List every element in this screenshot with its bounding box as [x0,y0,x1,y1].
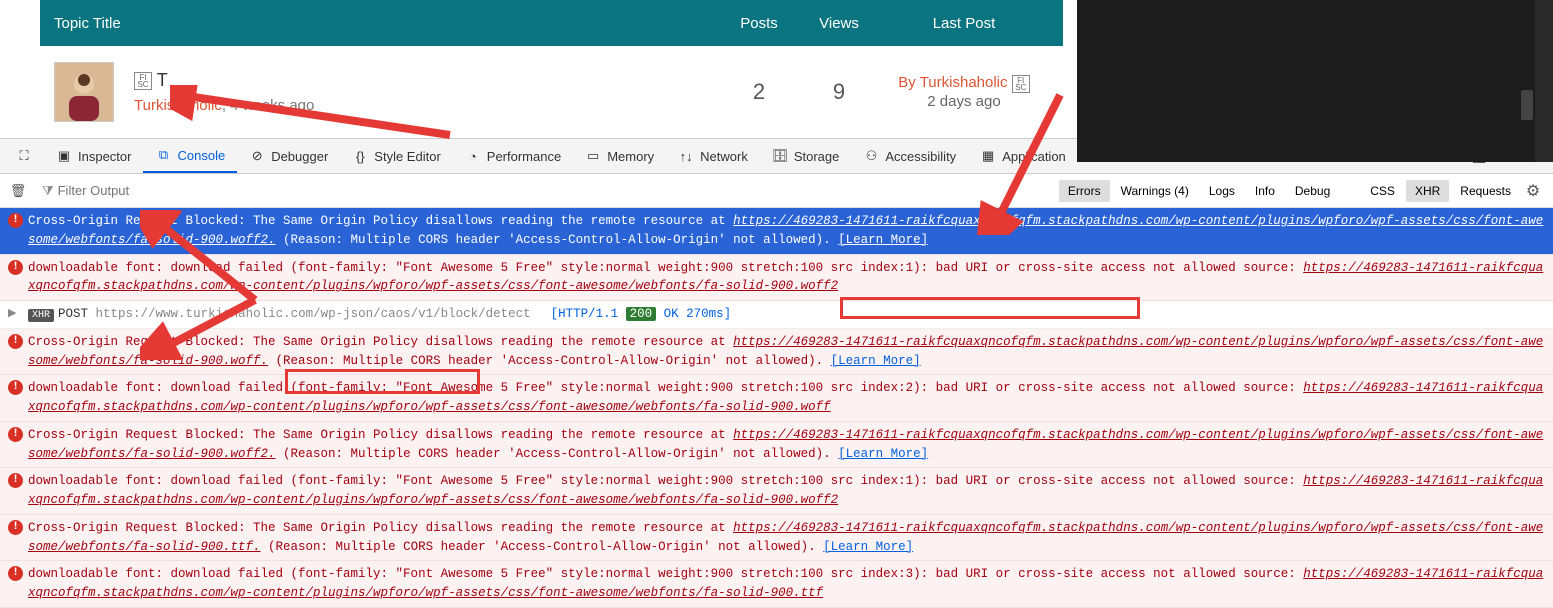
col-topic-title: Topic Title [54,15,719,32]
filter-css[interactable]: CSS [1361,180,1404,202]
status-code: 200 [626,307,657,321]
tab-debugger[interactable]: ⊘Debugger [237,139,340,173]
error-reason: (Reason: Multiple CORS header 'Access-Co… [268,354,831,368]
error-reason: (Reason: Multiple CORS header 'Access-Co… [276,447,839,461]
error-icon: ! [8,473,23,488]
dark-side-panel [1077,0,1553,162]
error-icon: ! [8,427,23,442]
xhr-url[interactable]: https://www.turkishaholic.com/wp-json/ca… [96,307,531,321]
console-msg[interactable]: ! Cross-Origin Request Blocked: The Same … [0,329,1553,376]
avatar[interactable] [54,62,114,122]
views-count: 9 [799,79,879,105]
tab-inspector[interactable]: ▣Inspector [44,139,143,173]
funnel-icon: ⧩ [42,183,54,199]
error-text: downloadable font: download failed (font… [28,567,1303,581]
pick-element-button[interactable]: ⛶ [4,139,44,173]
topic-time: , 4 weeks ago [222,97,315,114]
learn-more-link[interactable]: [Learn More] [838,447,928,461]
error-icon: ! [8,566,23,581]
console-msg[interactable]: ! downloadable font: download failed (fon… [0,255,1553,302]
http-method: POST [58,307,88,321]
tab-console[interactable]: ⧉Console [143,139,237,173]
learn-more-link[interactable]: [Learn More] [838,233,928,247]
error-text: Cross-Origin Request Blocked: The Same O… [28,214,733,228]
filter-input[interactable]: ⧩ [42,183,178,199]
filter-textbox[interactable] [58,183,178,198]
http-meta: [HTTP/1.1 [551,307,626,321]
filter-errors[interactable]: Errors [1059,180,1110,202]
console-msg[interactable]: ! downloadable font: download failed (fon… [0,468,1553,515]
error-icon: ! [8,380,23,395]
filter-logs[interactable]: Logs [1200,180,1244,202]
console-msg[interactable]: ▶ XHR POST https://www.turkishaholic.com/w… [0,301,1553,329]
forum-header: Topic Title Posts Views Last Post [40,0,1063,46]
col-last-post: Last Post [879,15,1049,32]
error-icon: ! [8,260,23,275]
topic-text: T [157,70,168,90]
console-output: ! Cross-Origin Request Blocked: The Same … [0,208,1553,608]
error-text: downloadable font: download failed (font… [28,381,1303,395]
learn-more-link[interactable]: [Learn More] [823,540,913,554]
forum-topic-row[interactable]: FISC T Turkishaholic, 4 weeks ago 2 9 By… [40,46,1063,138]
col-views: Views [799,15,879,32]
posts-count: 2 [719,79,799,105]
last-by-label: By [898,74,919,91]
last-author[interactable]: Turkishaholic [920,74,1008,91]
console-filter-bar: 🗑 ⧩ Errors Warnings (4) Logs Info Debug … [0,174,1553,208]
console-msg[interactable]: ! downloadable font: download failed (fon… [0,375,1553,422]
author-link[interactable]: Turkishaholic [134,97,222,114]
topic-title-line[interactable]: FISC T [134,70,719,91]
error-icon: ! [8,213,23,228]
filter-debug[interactable]: Debug [1286,180,1339,202]
error-text: downloadable font: download failed (font… [28,261,1303,275]
tab-network[interactable]: ↑↓Network [666,139,760,173]
expand-arrow-icon[interactable]: ▶ [8,308,16,320]
tab-application[interactable]: ▦Application [968,139,1078,173]
badge-icon: FISC [1012,75,1030,93]
error-reason: (Reason: Multiple CORS header 'Access-Co… [276,233,839,247]
last-time: 2 days ago [879,93,1049,110]
tab-style-editor[interactable]: {}Style Editor [340,139,452,173]
filter-requests[interactable]: Requests [1451,180,1520,202]
error-text: downloadable font: download failed (font… [28,474,1303,488]
console-msg[interactable]: ! Cross-Origin Request Blocked: The Same … [0,515,1553,562]
error-text: Cross-Origin Request Blocked: The Same O… [28,428,733,442]
tab-accessibility[interactable]: ⚇Accessibility [851,139,968,173]
panel-scrollbar[interactable] [1521,90,1533,120]
learn-more-link[interactable]: [Learn More] [831,354,921,368]
tab-performance[interactable]: ◔Performance [453,139,573,173]
tab-storage[interactable]: 🗄Storage [760,139,852,173]
error-text: Cross-Origin Request Blocked: The Same O… [28,335,733,349]
badge-icon: FISC [134,72,152,90]
error-reason: (Reason: Multiple CORS header 'Access-Co… [261,540,824,554]
console-msg[interactable]: ! downloadable font: download failed (fon… [0,561,1553,608]
tab-memory[interactable]: ▭Memory [573,139,666,173]
console-msg[interactable]: ! Cross-Origin Request Blocked: The Same … [0,208,1553,255]
last-post-cell: By Turkishaholic FISC 2 days ago [879,74,1049,109]
console-msg[interactable]: ! Cross-Origin Request Blocked: The Same … [0,422,1553,469]
error-text: Cross-Origin Request Blocked: The Same O… [28,521,733,535]
filter-info[interactable]: Info [1246,180,1284,202]
filter-xhr[interactable]: XHR [1406,180,1449,202]
filter-warnings[interactable]: Warnings (4) [1112,180,1198,202]
error-icon: ! [8,520,23,535]
topic-meta: Turkishaholic, 4 weeks ago [134,97,719,114]
xhr-tag: XHR [28,309,54,322]
error-icon: ! [8,334,23,349]
console-settings-icon[interactable]: ⚙ [1521,181,1545,201]
col-posts: Posts [719,15,799,32]
clear-console-button[interactable]: 🗑 [8,183,28,199]
